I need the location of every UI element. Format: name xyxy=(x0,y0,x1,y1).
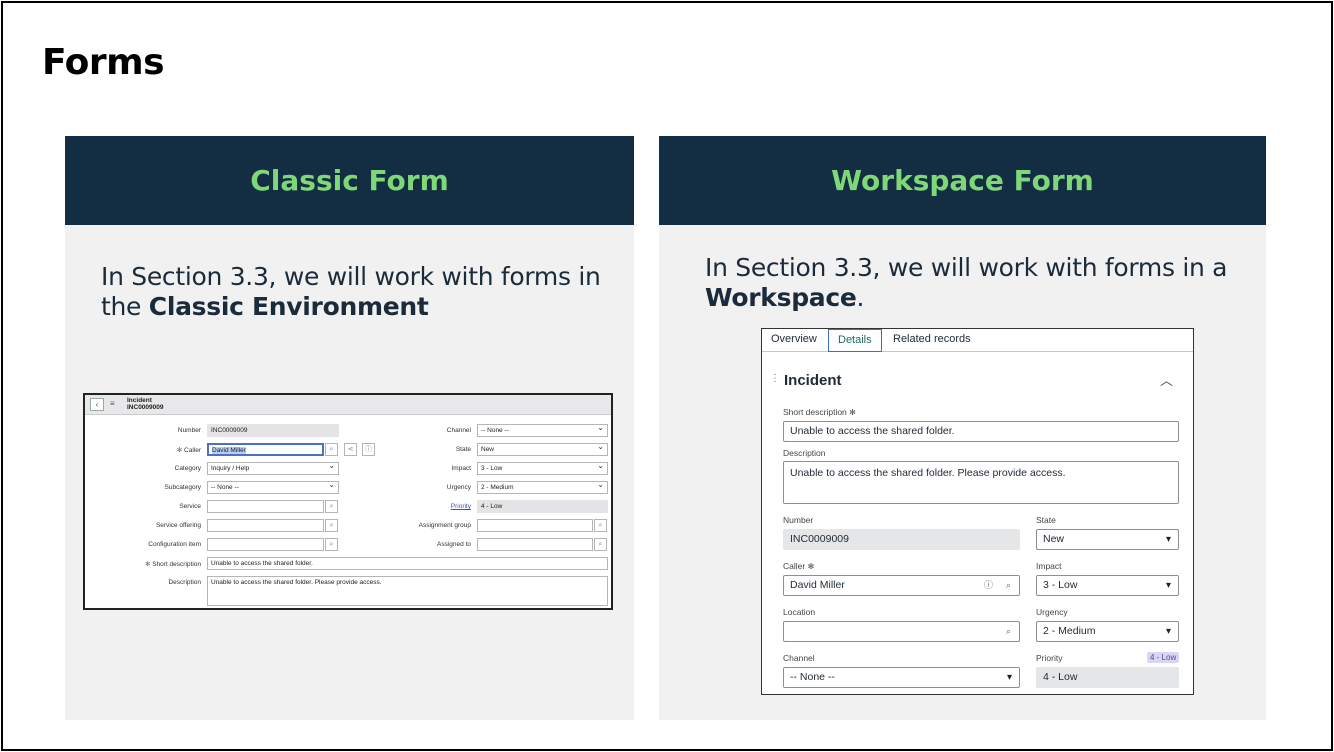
workspace-form-screenshot: Overview Details Related records ⋮ Incid… xyxy=(761,328,1194,695)
label-service-offering: Service offering xyxy=(155,522,201,529)
caller-input[interactable]: David Miller ⓘ ⌕ xyxy=(783,575,1020,596)
assigned-to-field[interactable] xyxy=(477,538,593,551)
configuration-item-field[interactable] xyxy=(207,538,324,551)
tab-details[interactable]: Details xyxy=(828,329,882,352)
required-icon: ✻ xyxy=(807,562,815,571)
priority-field: 4 - Low xyxy=(1036,667,1179,688)
state-select[interactable]: New xyxy=(477,443,608,456)
drag-handle-icon[interactable]: ⋮ xyxy=(770,373,780,384)
workspace-tabs: Overview Details Related records xyxy=(762,329,1193,352)
caller-value: David Miller xyxy=(790,579,845,591)
caller-value: David Miller xyxy=(212,447,246,454)
short-description-input[interactable]: Unable to access the shared folder. xyxy=(783,421,1179,442)
classic-form-header: ‹ ≡ Incident INC0009009 xyxy=(85,395,611,415)
label-impact: Impact xyxy=(1036,561,1062,571)
workspace-panel-text: In Section 3.3, we will work with forms … xyxy=(705,253,1245,313)
priority-badge: 4 - Low xyxy=(1147,652,1180,663)
label-assignment-group: Assignment group xyxy=(418,522,471,529)
state-select[interactable]: New xyxy=(1036,529,1179,550)
label-number: Number xyxy=(177,427,201,434)
label-caller-text: Caller xyxy=(184,447,201,454)
menu-icon[interactable]: ≡ xyxy=(110,399,115,408)
search-icon[interactable]: ⌕ xyxy=(1006,576,1011,595)
label-state: State xyxy=(1036,515,1056,525)
label-description: Description xyxy=(168,579,201,586)
info-icon[interactable]: ⓘ xyxy=(984,576,993,595)
description-textarea[interactable]: Unable to access the shared folder. Plea… xyxy=(783,461,1179,504)
category-select[interactable]: Inquiry / Help xyxy=(207,462,339,475)
search-icon[interactable]: ⌕ xyxy=(1006,622,1011,641)
classic-form-screenshot: ‹ ≡ Incident INC0009009 Number ✻ Caller … xyxy=(83,393,613,610)
assignment-group-field[interactable] xyxy=(477,519,593,532)
priority-field: 4 - Low xyxy=(477,500,608,513)
classic-panel-text: In Section 3.3, we will work with forms … xyxy=(101,262,601,322)
chevron-up-icon[interactable]: ︿ xyxy=(1160,370,1173,389)
label-state: State xyxy=(455,446,471,453)
label-channel: Channel xyxy=(783,653,815,663)
urgency-select[interactable]: 2 - Medium xyxy=(477,481,608,494)
share-icon[interactable]: ⋖ xyxy=(344,443,357,456)
label-priority: Priority xyxy=(1036,653,1063,663)
channel-select[interactable]: -- None -- xyxy=(783,667,1020,688)
tab-related-records[interactable]: Related records xyxy=(893,333,971,345)
configuration-item-search-icon[interactable]: ⌕ xyxy=(325,538,338,551)
subcategory-select[interactable]: -- None -- xyxy=(207,481,339,494)
classic-panel-heading: Classic Form xyxy=(250,164,449,197)
channel-select[interactable]: -- None -- xyxy=(477,424,608,437)
service-offering-search-icon[interactable]: ⌕ xyxy=(325,519,338,532)
tab-overview[interactable]: Overview xyxy=(771,333,817,345)
classic-text-bold: Classic Environment xyxy=(148,292,429,321)
record-type: Incident xyxy=(127,397,152,404)
label-caller: ✻ Caller xyxy=(177,446,201,454)
label-urgency: Urgency xyxy=(446,484,471,491)
caller-field[interactable]: David Miller xyxy=(207,443,324,456)
description-field[interactable]: Unable to access the shared folder. Plea… xyxy=(207,576,608,606)
caller-search-icon[interactable]: ⌕ xyxy=(325,443,338,456)
service-search-icon[interactable]: ⌕ xyxy=(325,500,338,513)
workspace-text-regular: In Section 3.3, we will work with forms … xyxy=(705,253,1228,282)
priority-link[interactable]: Priority xyxy=(451,503,471,510)
workspace-text-period: . xyxy=(856,283,865,312)
number-field: INC0009009 xyxy=(207,424,339,437)
label-description: Description xyxy=(783,448,826,458)
assignment-group-search-icon[interactable]: ⌕ xyxy=(594,519,607,532)
label-short-description: Short description ✻ xyxy=(783,407,856,417)
classic-panel-header: Classic Form xyxy=(65,136,634,225)
assigned-to-search-icon[interactable]: ⌕ xyxy=(594,538,607,551)
label-impact: Impact xyxy=(451,465,471,472)
service-field[interactable] xyxy=(207,500,324,513)
label-subcategory: Subcategory xyxy=(164,484,202,491)
workspace-panel-header: Workspace Form xyxy=(659,136,1266,225)
number-field: INC0009009 xyxy=(783,529,1020,550)
info-icon[interactable]: ⓘ xyxy=(362,443,375,456)
back-icon[interactable]: ‹ xyxy=(90,398,104,411)
label-assigned-to: Assigned to xyxy=(437,541,471,548)
location-input[interactable]: ⌕ xyxy=(783,621,1020,642)
urgency-select[interactable]: 2 - Medium xyxy=(1036,621,1179,642)
label-category: Category xyxy=(174,465,201,472)
label-channel: Channel xyxy=(446,427,471,434)
workspace-panel-heading: Workspace Form xyxy=(831,164,1094,197)
workspace-text-bold: Workspace xyxy=(705,283,857,312)
label-service: Service xyxy=(179,503,201,510)
label-short-description-text: Short description xyxy=(152,561,201,568)
label-short-description: ✻ Short description xyxy=(145,560,201,568)
label-caller: Caller ✻ xyxy=(783,561,814,571)
impact-select[interactable]: 3 - Low xyxy=(1036,575,1179,596)
required-icon: ✻ xyxy=(176,447,185,454)
label-location: Location xyxy=(783,607,816,617)
section-title: Incident xyxy=(784,372,842,389)
impact-select[interactable]: 3 - Low xyxy=(477,462,608,475)
label-short-description-text: Short description xyxy=(783,407,847,417)
short-description-field[interactable]: Unable to access the shared folder. xyxy=(207,557,608,570)
slide-title: Forms xyxy=(42,42,165,83)
label-configuration-item: Configuration item xyxy=(148,541,201,548)
service-offering-field[interactable] xyxy=(207,519,324,532)
label-number: Number xyxy=(783,515,814,525)
record-number: INC0009009 xyxy=(127,404,164,411)
label-caller-text: Caller xyxy=(783,561,806,571)
label-urgency: Urgency xyxy=(1036,607,1068,617)
required-icon: ✻ xyxy=(849,408,856,417)
classic-form-record-title: Incident INC0009009 xyxy=(127,397,164,411)
